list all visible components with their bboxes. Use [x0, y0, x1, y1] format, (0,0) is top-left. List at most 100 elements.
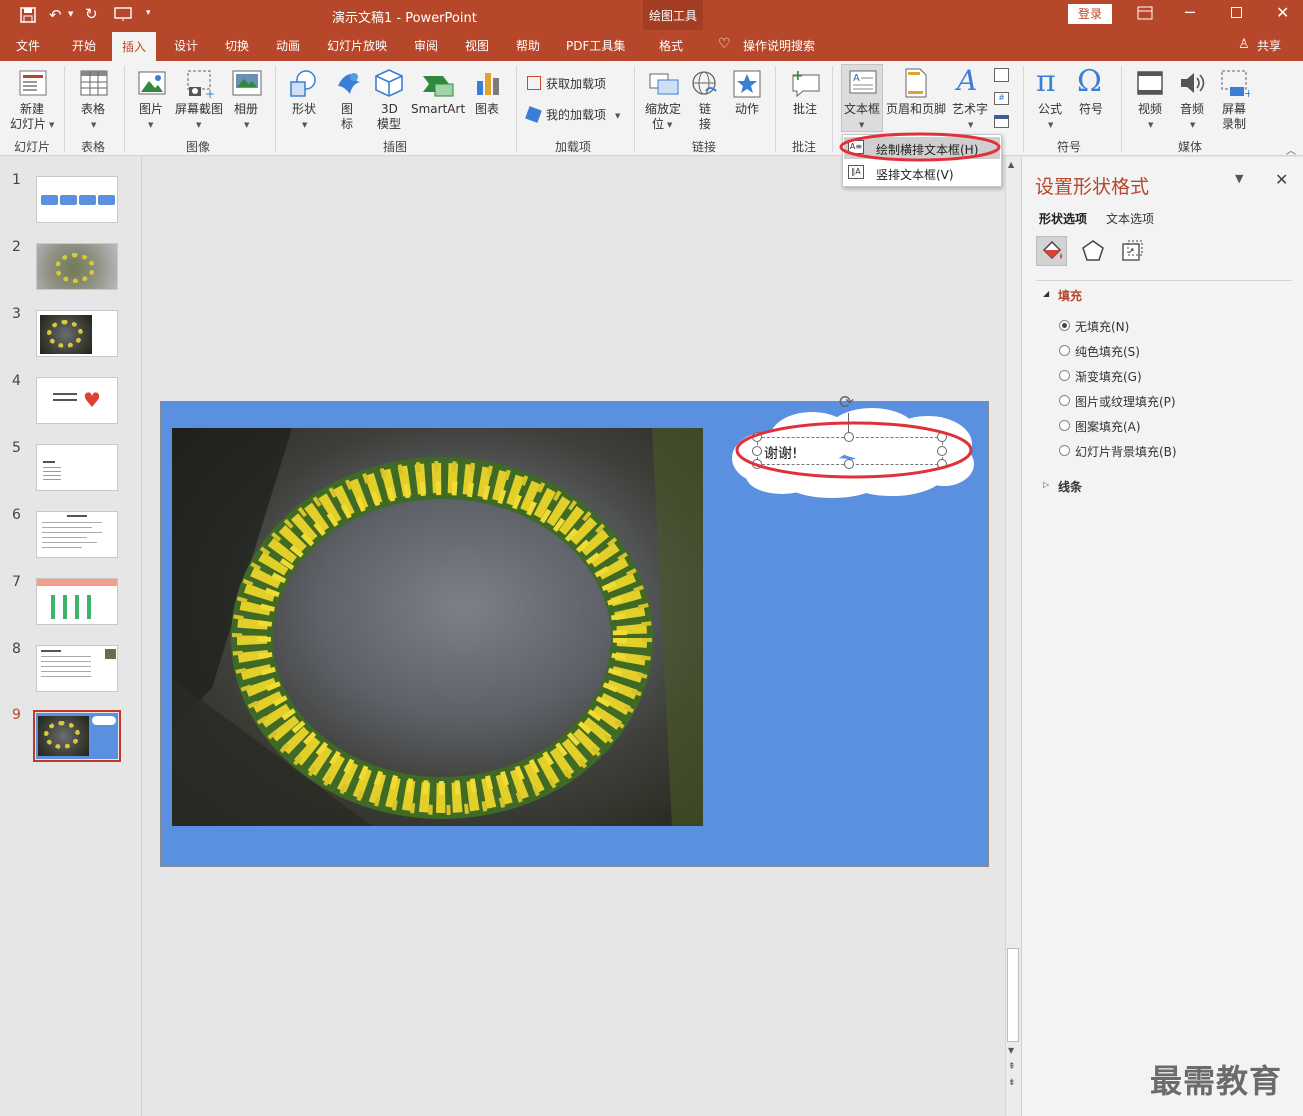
ribbon-display-options-icon[interactable]: [1137, 6, 1153, 23]
fill-section-collapse-icon[interactable]: ◢: [1043, 289, 1049, 298]
fill-option-label[interactable]: 无填充(N): [1075, 318, 1129, 335]
radio-no-fill[interactable]: [1059, 320, 1070, 331]
new-slide-label-2[interactable]: 幻灯片: [10, 117, 46, 131]
audio-dropdown-icon[interactable]: ▼: [1190, 121, 1195, 129]
zoom-label-1[interactable]: 缩放定: [645, 102, 681, 116]
action-icon[interactable]: [733, 70, 761, 101]
rotate-handle-icon[interactable]: ⟳: [839, 392, 854, 413]
screenshot-dropdown-icon[interactable]: ▼: [196, 121, 201, 129]
slide-thumbnail-5[interactable]: [36, 444, 118, 491]
slide-thumbnail-8[interactable]: [36, 645, 118, 692]
smartart-icon[interactable]: [421, 70, 455, 101]
zoom-icon[interactable]: [648, 70, 680, 101]
shapes-icon[interactable]: [288, 69, 320, 102]
store-icon[interactable]: [527, 76, 541, 90]
table-button[interactable]: 表格: [81, 102, 105, 116]
tell-me-search[interactable]: 操作说明搜索: [743, 37, 815, 54]
fill-option-label[interactable]: 渐变填充(G): [1075, 368, 1142, 385]
link-icon[interactable]: [690, 69, 720, 102]
symbol-button[interactable]: 符号: [1079, 102, 1103, 116]
effects-pentagon-icon[interactable]: [1081, 239, 1105, 263]
wordart-icon[interactable]: A: [957, 64, 977, 97]
tab-text-options[interactable]: 文本选项: [1106, 210, 1154, 227]
wordart-dropdown-icon[interactable]: ▼: [968, 121, 973, 129]
screen-recording-icon[interactable]: +: [1220, 69, 1253, 102]
scrollbar-thumb[interactable]: [1007, 948, 1019, 1042]
comment-button[interactable]: 批注: [793, 102, 817, 116]
textbox-button[interactable]: 文本框: [844, 102, 880, 116]
screenshot-icon[interactable]: +: [185, 69, 215, 102]
video-icon[interactable]: [1136, 69, 1164, 100]
icons-insert-icon[interactable]: [334, 68, 364, 101]
tab-transitions[interactable]: 切换: [225, 37, 249, 54]
menu-item-vertical-textbox[interactable]: 竖排文本框(V): [876, 166, 954, 183]
screenshot-button[interactable]: 屏幕截图: [175, 102, 223, 116]
fill-option-label[interactable]: 图案填充(A): [1075, 418, 1141, 435]
flower-wreath-photo[interactable]: [172, 428, 703, 826]
object-icon[interactable]: [994, 115, 1009, 128]
action-button[interactable]: 动作: [735, 102, 759, 116]
zoom-label-2[interactable]: 位: [652, 117, 664, 131]
radio-picture-fill[interactable]: [1059, 395, 1070, 406]
slide-thumbnail-3[interactable]: [36, 310, 118, 357]
slide-thumbnail-7[interactable]: [36, 578, 118, 625]
comment-icon[interactable]: +: [790, 68, 822, 101]
my-addins-button[interactable]: 我的加载项: [546, 108, 606, 122]
audio-button[interactable]: 音频: [1180, 102, 1204, 116]
zoom-dropdown-icon[interactable]: ▼: [667, 121, 672, 129]
slide-thumbnail-4[interactable]: ♥: [36, 377, 118, 424]
undo-dropdown-icon[interactable]: ▼: [68, 10, 73, 18]
new-slide-dropdown-icon[interactable]: ▼: [49, 121, 54, 129]
date-time-icon[interactable]: [994, 68, 1009, 82]
save-icon[interactable]: [20, 7, 36, 26]
previous-slide-icon[interactable]: ⇞: [1008, 1062, 1016, 1072]
redo-icon[interactable]: ↻: [85, 5, 98, 23]
equation-dropdown-icon[interactable]: ▼: [1048, 121, 1053, 129]
fill-option-label[interactable]: 幻灯片背景填充(B): [1075, 443, 1177, 460]
screen-recording-label-1[interactable]: 屏幕: [1222, 102, 1246, 116]
tab-shape-options[interactable]: 形状选项: [1039, 210, 1087, 227]
table-dropdown-icon[interactable]: ▼: [91, 121, 96, 129]
chart-button[interactable]: 图表: [475, 102, 499, 116]
tab-file[interactable]: 文件: [16, 37, 40, 54]
picture-icon[interactable]: [138, 69, 166, 100]
slide-number-icon[interactable]: #: [994, 92, 1009, 105]
screen-recording-label-2[interactable]: 录制: [1222, 117, 1246, 131]
line-section-header[interactable]: 线条: [1058, 478, 1082, 495]
tab-insert[interactable]: 插入: [112, 32, 157, 61]
slide-thumbnail-1[interactable]: [36, 176, 118, 223]
smartart-button[interactable]: SmartArt: [411, 102, 465, 116]
close-window-icon[interactable]: ✕: [1276, 3, 1289, 22]
textbox-dropdown-icon[interactable]: ▼: [859, 121, 864, 129]
tab-slideshow[interactable]: 幻灯片放映: [327, 37, 387, 54]
scroll-down-icon[interactable]: ▼: [1008, 1046, 1014, 1055]
3d-model-label-2[interactable]: 模型: [377, 117, 401, 131]
undo-icon[interactable]: ↶: [49, 6, 62, 24]
fill-option-label[interactable]: 图片或纹理填充(P): [1075, 393, 1176, 410]
login-button[interactable]: 登录: [1068, 4, 1112, 24]
icons-button-label-2[interactable]: 标: [341, 117, 353, 131]
tab-format[interactable]: 格式: [659, 37, 683, 54]
header-footer-icon[interactable]: [905, 68, 927, 101]
present-from-start-icon[interactable]: [114, 6, 132, 25]
close-pane-icon[interactable]: ✕: [1275, 170, 1288, 189]
symbol-icon[interactable]: Ω: [1077, 64, 1102, 99]
radio-background-fill[interactable]: [1059, 445, 1070, 456]
slide-thumbnail-6[interactable]: [36, 511, 118, 558]
tab-review[interactable]: 审阅: [414, 37, 438, 54]
picture-button[interactable]: 图片: [139, 102, 163, 116]
radio-gradient-fill[interactable]: [1059, 370, 1070, 381]
textbox-icon[interactable]: A: [849, 70, 877, 99]
tab-help[interactable]: 帮助: [516, 37, 540, 54]
album-icon[interactable]: [232, 69, 262, 100]
tab-home[interactable]: 开始: [72, 37, 96, 54]
table-icon[interactable]: [80, 69, 108, 100]
line-section-expand-icon[interactable]: ▷: [1043, 480, 1049, 489]
album-dropdown-icon[interactable]: ▼: [244, 121, 249, 129]
slide-thumbnail-2[interactable]: [36, 243, 118, 290]
audio-icon[interactable]: [1178, 69, 1206, 100]
link-label-1[interactable]: 链: [699, 102, 711, 116]
icons-button-label-1[interactable]: 图: [341, 102, 353, 116]
picture-dropdown-icon[interactable]: ▼: [148, 121, 153, 129]
link-label-2[interactable]: 接: [699, 117, 711, 131]
